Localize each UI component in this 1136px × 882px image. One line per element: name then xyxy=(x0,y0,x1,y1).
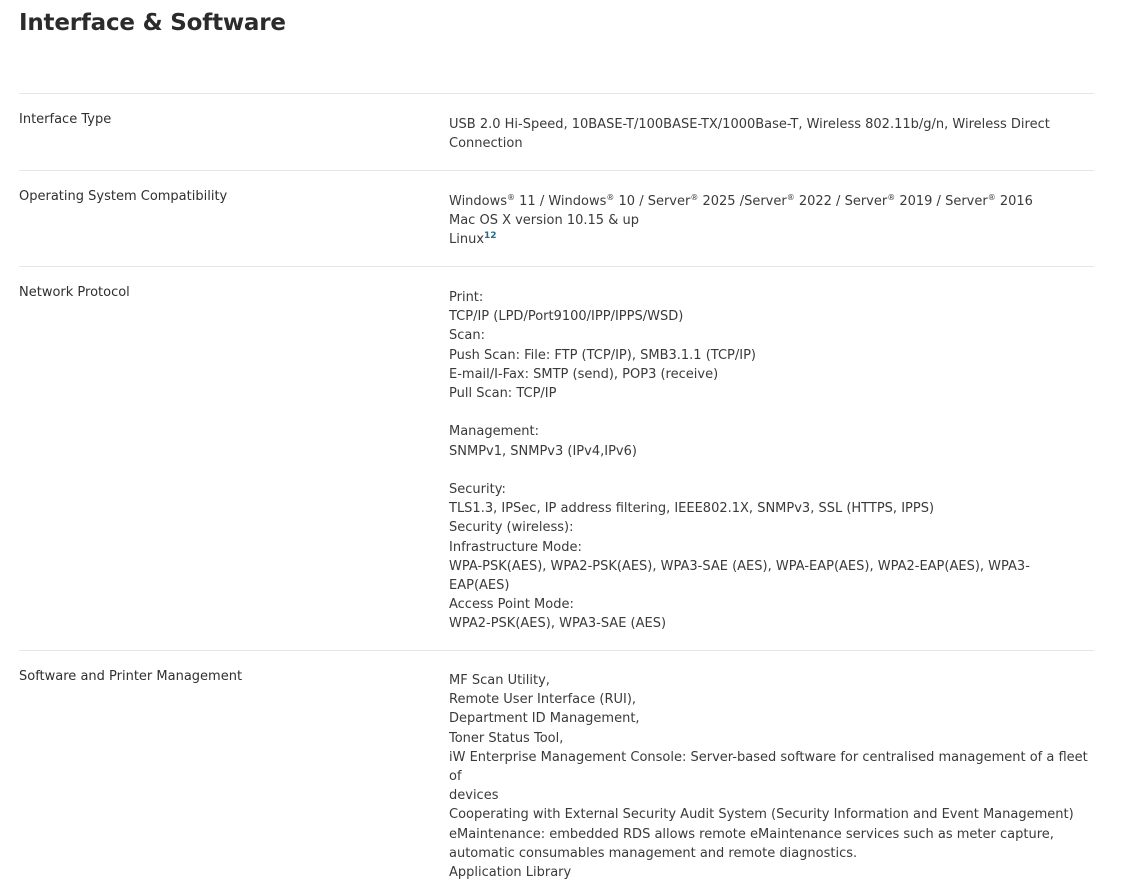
spec-label-network-protocol: Network Protocol xyxy=(19,285,130,300)
mac-compatibility-line: Mac OS X version 10.15 & up xyxy=(449,213,639,229)
spec-value-line: Toner Status Tool, xyxy=(449,730,564,746)
spec-value-line: WPA2-PSK(AES), WPA3-SAE (AES) xyxy=(449,616,667,632)
spec-value-line: USB 2.0 Hi-Speed, 10BASE-T/100BASE-TX/10… xyxy=(449,117,1050,132)
spec-value-line: Cooperating with External Security Audit… xyxy=(449,807,1074,823)
page-title: Interface & Software xyxy=(19,10,286,36)
spec-value-line: automatic consumables management and rem… xyxy=(449,845,858,861)
spec-value-line: Pull Scan: TCP/IP xyxy=(449,386,557,402)
spec-value-os-compatibility: Windows® 11 / Windows® 10 / Server® 2025… xyxy=(449,171,1094,250)
spec-value-line: devices xyxy=(449,788,499,804)
windows-compatibility-line: Windows® 11 / Windows® 10 / Server® 2025… xyxy=(449,192,1094,211)
os-text: 2022 / Server xyxy=(794,194,888,209)
spec-value-line: Security: xyxy=(449,482,506,497)
spec-value-line: E-mail/I-Fax: SMTP (send), POP3 (receive… xyxy=(449,366,719,382)
spec-row-os-compatibility: Operating System Compatibility Windows® … xyxy=(19,170,1094,266)
os-text: 10 / Server xyxy=(614,194,691,209)
spec-label-interface-type: Interface Type xyxy=(19,112,112,127)
spec-value-line: TLS1.3, IPSec, IP address filtering, IEE… xyxy=(449,501,935,517)
spec-value-line: iW Enterprise Management Console: Server… xyxy=(449,749,1092,785)
spec-label-os-compatibility: Operating System Compatibility xyxy=(19,189,228,204)
spec-value-interface-type: USB 2.0 Hi-Speed, 10BASE-T/100BASE-TX/10… xyxy=(449,94,1094,153)
os-text: 2025 /Server xyxy=(698,194,787,209)
registered-mark: ® xyxy=(987,193,996,202)
spec-value-line: Application Library xyxy=(449,865,572,881)
spec-row-network-protocol: Network Protocol Print: TCP/IP (LPD/Port… xyxy=(19,266,1094,650)
spec-value-line: Infrastructure Mode: xyxy=(449,539,582,555)
spec-value-line: Print: xyxy=(449,290,484,305)
os-text: Linux xyxy=(449,232,485,248)
spec-value-line: Access Point Mode: xyxy=(449,597,574,613)
spec-value-line: Connection xyxy=(449,136,523,152)
os-text: 11 / Windows xyxy=(515,194,607,209)
spec-value-line: Security (wireless): xyxy=(449,520,574,536)
footnote-link[interactable]: 12 xyxy=(484,231,497,241)
spec-value-line: Push Scan: File: FTP (TCP/IP), SMB3.1.1 … xyxy=(449,347,756,363)
spec-value-line: TCP/IP (LPD/Port9100/IPP/IPPS/WSD) xyxy=(449,309,684,325)
spec-value-line: Scan: xyxy=(449,328,485,344)
spec-label-software-management: Software and Printer Management xyxy=(19,669,243,684)
os-text: 2019 / Server xyxy=(895,194,988,209)
spec-value-software-management: MF Scan Utility, Remote User Interface (… xyxy=(449,651,1094,882)
registered-mark: ® xyxy=(786,193,795,202)
registered-mark: ® xyxy=(887,193,896,202)
spec-value-line: WPA-PSK(AES), WPA2-PSK(AES), WPA3-SAE (A… xyxy=(449,558,1030,574)
registered-mark: ® xyxy=(507,193,516,202)
spec-value-line: Department ID Management, xyxy=(449,711,640,727)
os-text: 2016 xyxy=(995,194,1033,209)
spec-value-network-protocol: Print: TCP/IP (LPD/Port9100/IPP/IPPS/WSD… xyxy=(449,267,1094,634)
spec-table: Interface Type USB 2.0 Hi-Speed, 10BASE-… xyxy=(19,93,1094,881)
linux-compatibility-line: Linux12 xyxy=(449,230,1094,249)
spec-value-line: EAP(AES) xyxy=(449,578,510,594)
spec-value-line: eMaintenance: embedded RDS allows remote… xyxy=(449,826,1054,842)
spec-value-line: MF Scan Utility, xyxy=(449,673,550,688)
spec-row-interface-type: Interface Type USB 2.0 Hi-Speed, 10BASE-… xyxy=(19,93,1094,170)
spec-value-line: Remote User Interface (RUI), xyxy=(449,692,637,708)
spec-value-line: Management: xyxy=(449,424,540,440)
spec-row-software-management: Software and Printer Management MF Scan … xyxy=(19,650,1094,881)
os-text: Windows xyxy=(449,194,508,209)
spec-value-line: SNMPv1, SNMPv3 (IPv4,IPv6) xyxy=(449,443,637,459)
